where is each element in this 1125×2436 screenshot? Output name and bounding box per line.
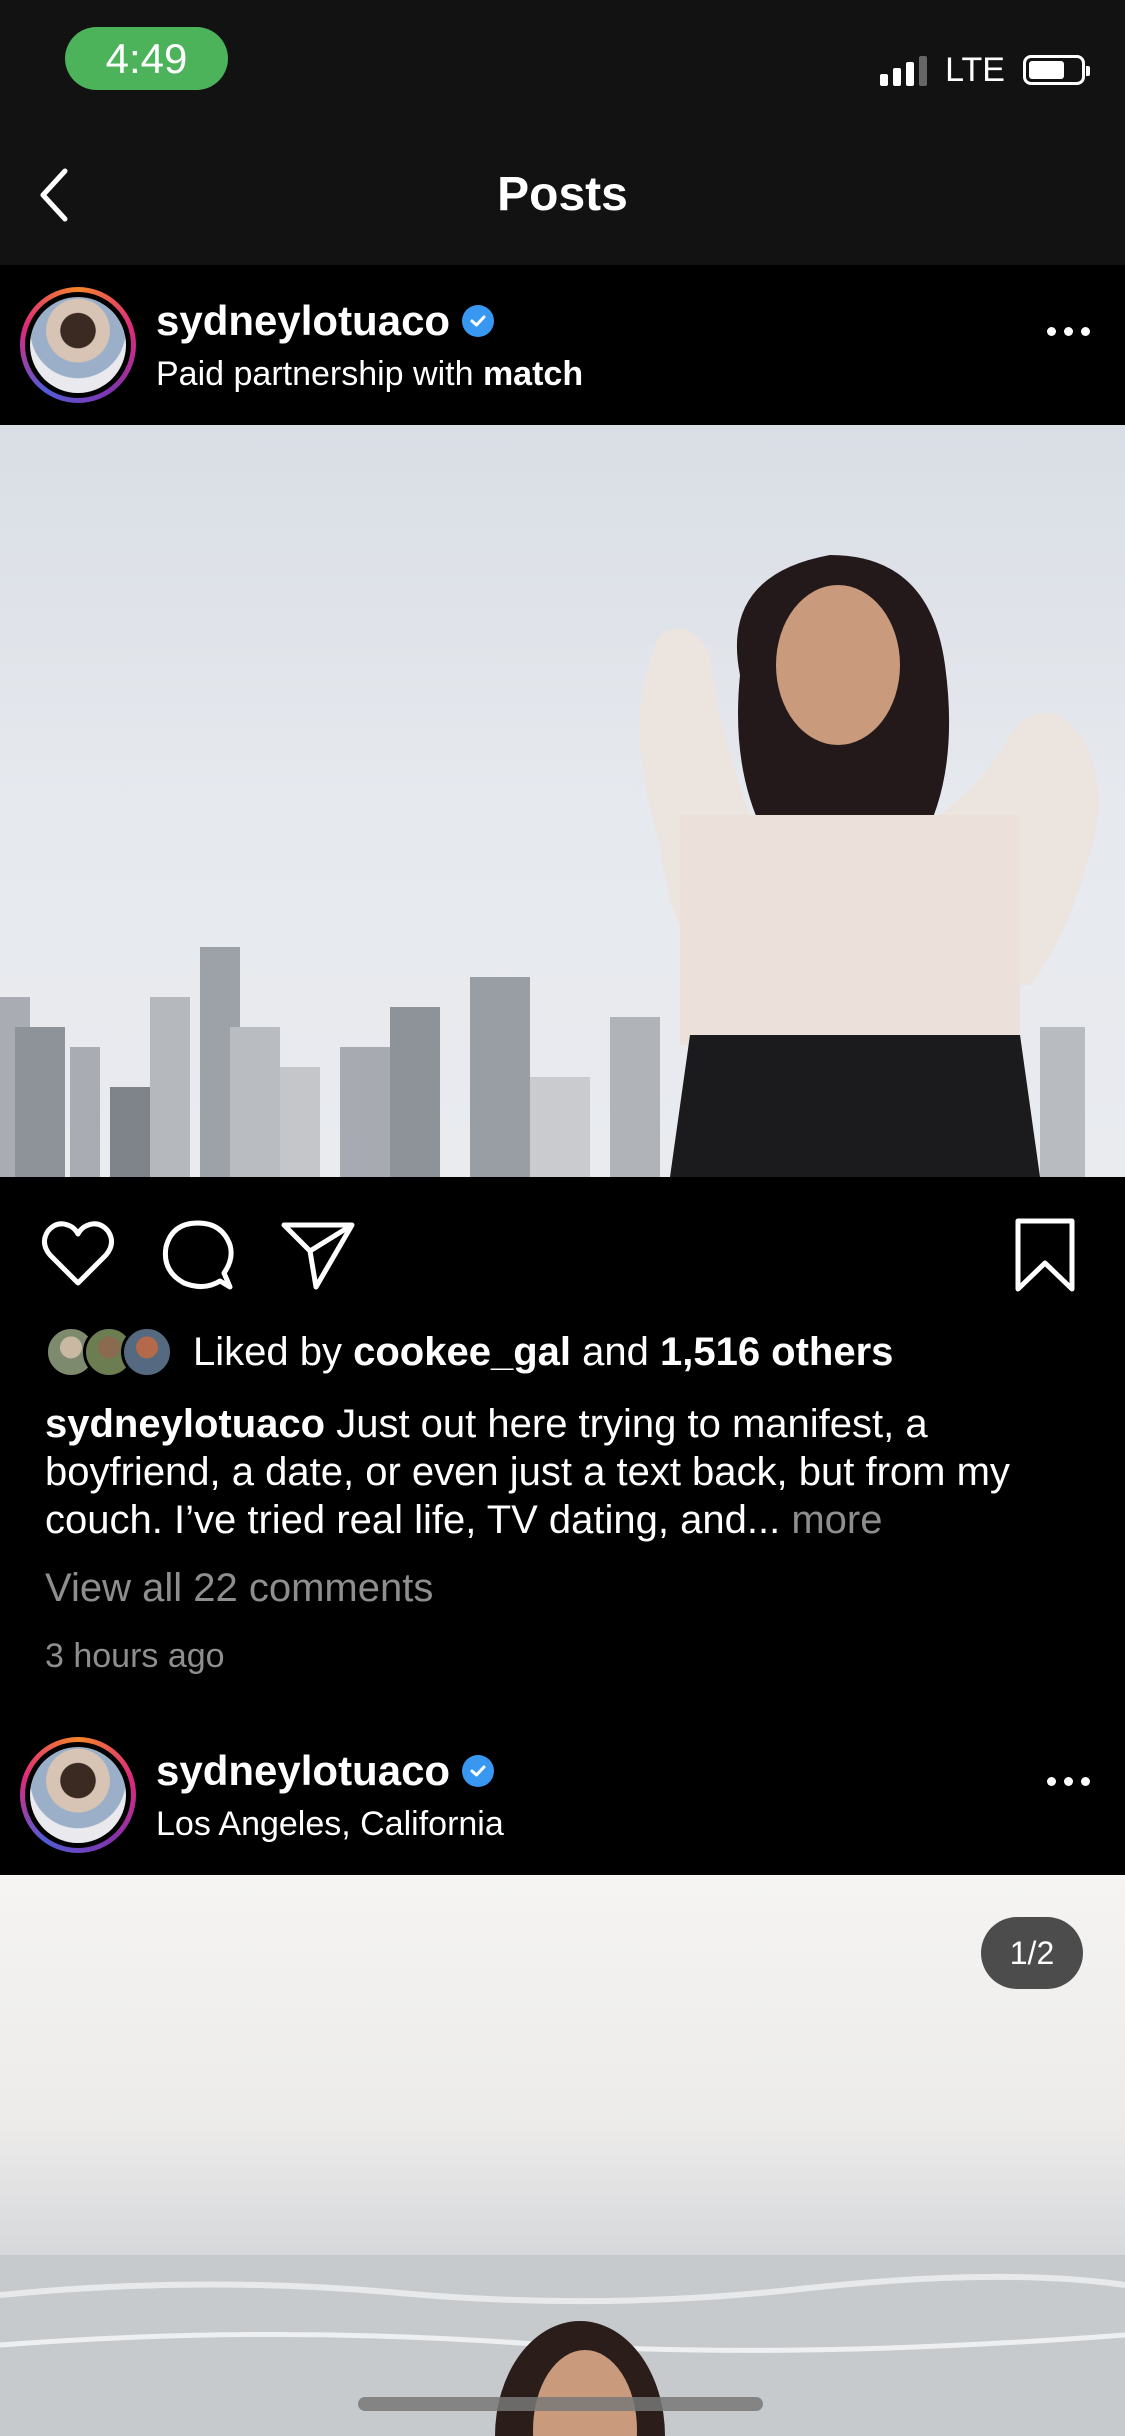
- person-graphic: [640, 555, 1099, 1177]
- more-options-button[interactable]: [1047, 327, 1090, 336]
- post-timestamp: 3 hours ago: [45, 1637, 225, 1675]
- comment-button[interactable]: [158, 1215, 238, 1295]
- avatar: [121, 1326, 173, 1378]
- network-type: LTE: [945, 50, 1005, 89]
- location-link[interactable]: Los Angeles, California: [156, 1805, 504, 1844]
- more-options-button[interactable]: [1047, 1777, 1090, 1786]
- post-actions: [0, 1177, 1125, 1327]
- likes-summary[interactable]: Liked by cookee_gal and 1,516 others: [45, 1322, 893, 1382]
- likes-count[interactable]: 1,516 others: [660, 1330, 893, 1374]
- avatar[interactable]: [20, 287, 136, 403]
- share-button[interactable]: [278, 1215, 358, 1295]
- status-indicators: LTE: [880, 48, 1090, 92]
- post-image[interactable]: 1/2: [0, 1875, 1125, 2436]
- paper-plane-icon: [281, 1222, 355, 1290]
- battery-icon: [1023, 55, 1090, 85]
- post-image[interactable]: [0, 425, 1125, 1177]
- caption-more-link[interactable]: more: [780, 1498, 882, 1542]
- bookmark-icon: [1015, 1218, 1075, 1292]
- post-username[interactable]: sydneylotuaco: [156, 297, 450, 345]
- post-caption: sydneylotuaco Just out here trying to ma…: [45, 1400, 1085, 1544]
- paid-partnership-label[interactable]: Paid partnership with match: [156, 355, 583, 394]
- more-horizontal-icon: [1047, 1777, 1056, 1786]
- post-header: sydneylotuaco Los Angeles, California: [0, 1715, 1125, 1875]
- post-header: sydneylotuaco Paid partnership with matc…: [0, 265, 1125, 425]
- view-comments-link[interactable]: View all 22 comments: [45, 1566, 433, 1611]
- verified-badge-icon: [462, 1755, 495, 1787]
- home-indicator[interactable]: [358, 2397, 763, 2411]
- page-title: Posts: [497, 168, 628, 221]
- signal-icon: [880, 54, 928, 86]
- more-horizontal-icon: [1047, 327, 1056, 336]
- partner-name[interactable]: match: [483, 355, 583, 393]
- carousel-page-indicator: 1/2: [981, 1917, 1083, 1989]
- liker-avatars: [45, 1326, 173, 1378]
- heart-icon: [42, 1221, 114, 1286]
- liked-by-username[interactable]: cookee_gal: [353, 1330, 571, 1374]
- status-time: 4:49: [65, 27, 228, 90]
- post-username[interactable]: sydneylotuaco: [156, 1747, 450, 1795]
- verified-badge-icon: [462, 305, 495, 337]
- avatar[interactable]: [20, 1737, 136, 1853]
- caption-username[interactable]: sydneylotuaco: [45, 1402, 325, 1446]
- comment-bubble-icon: [162, 1220, 234, 1290]
- top-bar: 4:49 LTE Posts: [0, 0, 1125, 265]
- like-button[interactable]: [38, 1215, 118, 1295]
- save-button[interactable]: [1010, 1215, 1090, 1295]
